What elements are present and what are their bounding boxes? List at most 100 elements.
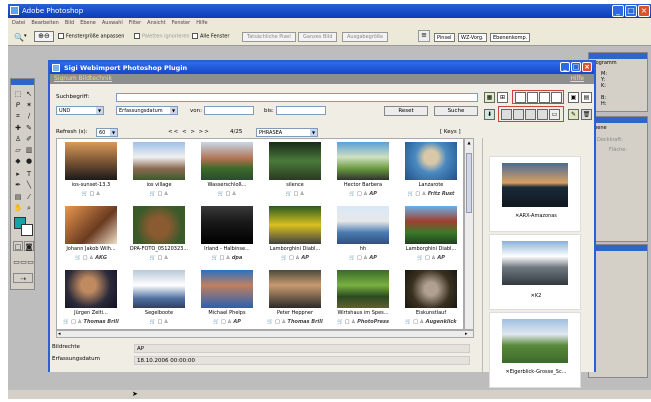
thumbnail-image[interactable]	[405, 270, 457, 308]
zoom-in-out-icon[interactable]: ⊕⊖	[34, 31, 54, 42]
horizontal-scrollbar[interactable]: ◂ ▸	[56, 330, 474, 338]
cart-icon[interactable]: 🛒	[337, 319, 345, 325]
cart-icon[interactable]: 🛒	[75, 255, 83, 261]
person-icon[interactable]: ♙	[232, 191, 236, 197]
thumbnail-card[interactable]: Wirtshaus im Spes... 🛒 □ ♙ PhotoPress	[329, 267, 397, 331]
magic-wand-icon[interactable]: ✶	[24, 100, 34, 110]
thumbnail-card[interactable]: Peter Heppner 🛒 □ ♙ Thomas Brill	[261, 267, 329, 331]
menu-item[interactable]: Ebene	[80, 20, 96, 26]
menu-item[interactable]: Auswahl	[102, 20, 123, 26]
thumbnail-card[interactable]: ios village 🛒 □ ♙	[125, 139, 193, 203]
action-6-icon[interactable]	[513, 109, 524, 120]
notes-tool-icon[interactable]: ▤	[13, 192, 23, 202]
thumbnail-card[interactable]: Irland - Halbinse... 🛒 □ ♙ dpa	[193, 203, 261, 267]
search-button[interactable]: Suche	[434, 106, 478, 116]
eraser-tool-icon[interactable]: ▱	[13, 145, 23, 155]
type-tool-icon[interactable]: T	[24, 169, 34, 179]
person-icon[interactable]: ♙	[96, 191, 100, 197]
lightbox-item[interactable]: ✕K2	[489, 234, 581, 310]
move-tool-icon[interactable]: ↖	[24, 89, 34, 99]
plugin-minimize-button[interactable]: _	[560, 62, 570, 72]
thumbnail-image[interactable]	[65, 270, 117, 308]
thumbnail-card[interactable]: Johann Jakob Wilh... 🛒 □ ♙ AKG	[57, 203, 125, 267]
thumbnail-image[interactable]	[269, 270, 321, 308]
maximize-button[interactable]: □	[625, 5, 637, 17]
cart-icon[interactable]: 🛒	[267, 319, 275, 325]
brush-tool-icon[interactable]: ✎	[24, 123, 34, 133]
document-icon[interactable]: ▣	[568, 92, 579, 103]
thumbnail-image[interactable]	[337, 270, 389, 308]
close-button[interactable]: ×	[638, 5, 650, 17]
menu-item[interactable]: Ansicht	[147, 20, 165, 26]
thumbnail-image[interactable]	[337, 206, 389, 244]
person-icon[interactable]: ♙	[164, 255, 168, 261]
date-field-select[interactable]: Erfassungsdatum ▼	[116, 106, 178, 115]
thumbnail-card[interactable]: Lamborghini Diabl... 🛒 □ ♙ AP	[397, 203, 465, 267]
marquee-tool-icon[interactable]: ⬚	[13, 89, 23, 99]
thumbnail-image[interactable]	[405, 206, 457, 244]
thumbnail-image[interactable]	[65, 206, 117, 244]
dropdown-arrow-icon[interactable]: ▾	[24, 33, 27, 39]
crop-tool-icon[interactable]: ⌗	[13, 111, 23, 121]
dodge-tool-icon[interactable]: ●	[24, 156, 34, 166]
pagination-nav[interactable]: << < > >>	[168, 129, 210, 135]
scroll-left-icon[interactable]: ◂	[58, 331, 61, 337]
thumbnail-image[interactable]	[133, 270, 185, 308]
edit-icon[interactable]: ✎	[568, 109, 579, 120]
cart-icon[interactable]: 🛒	[286, 191, 294, 197]
menu-item[interactable]: Hilfe	[196, 20, 207, 26]
standard-mode-icon[interactable]: □	[13, 241, 23, 251]
thumbnail-image[interactable]	[405, 142, 457, 180]
quickmask-mode-icon[interactable]: ◙	[24, 241, 34, 251]
cart-icon[interactable]: 🛒	[63, 319, 71, 325]
save-icon[interactable]: ▤	[581, 92, 592, 103]
history-brush-icon[interactable]: ✐	[24, 134, 34, 144]
thumbnail-card[interactable]: ios-sunset-13.3 🛒 □ ♙	[57, 139, 125, 203]
actual-pixels-button[interactable]: Tatsächliche Pixel	[242, 32, 296, 42]
action-3-icon[interactable]	[539, 92, 550, 103]
cart-icon[interactable]: 🛒	[82, 191, 90, 197]
action-7-icon[interactable]	[525, 109, 536, 120]
scroll-thumb[interactable]	[466, 153, 472, 213]
eyedropper-icon[interactable]: ⁄	[24, 192, 34, 202]
to-date-input[interactable]	[276, 106, 326, 115]
grid-view-icon[interactable]: ▦	[484, 92, 495, 103]
menu-item[interactable]: Fenster	[172, 20, 191, 26]
imageready-jump-icon[interactable]: ⇢	[13, 273, 33, 283]
cart-icon[interactable]: 🛒	[349, 191, 357, 197]
person-icon[interactable]: ♙	[300, 191, 304, 197]
pen-tool-icon[interactable]: ✒	[13, 180, 23, 190]
cart-icon[interactable]: 🛒	[417, 255, 425, 261]
menu-item[interactable]: Bild	[65, 20, 74, 26]
thumbnail-card[interactable]: Jürgen Zelti... 🛒 □ ♙ Thomas Brill	[57, 267, 125, 331]
print-size-button[interactable]: Ausgabegröße	[342, 32, 389, 42]
tab-brushes[interactable]: Pinsel	[434, 33, 455, 42]
help-link[interactable]: Hilfe	[570, 75, 584, 82]
hand-tool-icon[interactable]: ✋	[13, 203, 23, 213]
lightbox-item[interactable]: ✕ARX-Amazonas	[489, 156, 581, 232]
thumbnail-image[interactable]	[269, 142, 321, 180]
screen-mode-3-icon[interactable]: ▭	[27, 257, 34, 267]
shape-tool-icon[interactable]: ╲	[24, 180, 34, 190]
action-1-icon[interactable]	[515, 92, 526, 103]
plugin-close-button[interactable]: ×	[582, 62, 592, 72]
thumbnail-card[interactable]: Wasserschloß... 🛒 □ ♙	[193, 139, 261, 203]
thumbnail-image[interactable]	[133, 206, 185, 244]
trash-icon[interactable]: 🗑	[581, 109, 592, 120]
scroll-right-icon[interactable]: ▸	[465, 331, 468, 337]
agency-select[interactable]: PHRASEA ▼	[256, 128, 318, 137]
screen-mode-1-icon[interactable]: ▭	[13, 257, 20, 267]
thumbnail-image[interactable]	[133, 142, 185, 180]
action-8-icon[interactable]	[537, 109, 548, 120]
path-select-icon[interactable]: ▸	[13, 169, 23, 179]
thumbnail-card[interactable]: hh 🛒 □ ♙ AP	[329, 203, 397, 267]
thumbnail-card[interactable]: Lanzarote 🛒 □ ♙ Fritz Rust	[397, 139, 465, 203]
palette-well-icon[interactable]: ≡	[418, 30, 430, 42]
cart-icon[interactable]: 🛒	[150, 255, 158, 261]
thumbnail-card[interactable]: Michael Phelps 🛒 □ ♙ AP	[193, 267, 261, 331]
healing-tool-icon[interactable]: ✚	[13, 123, 23, 133]
minimize-button[interactable]: _	[612, 5, 624, 17]
person-icon[interactable]: ♙	[164, 319, 168, 325]
thumbnail-image[interactable]	[337, 142, 389, 180]
cart-icon[interactable]: 🛒	[281, 255, 289, 261]
